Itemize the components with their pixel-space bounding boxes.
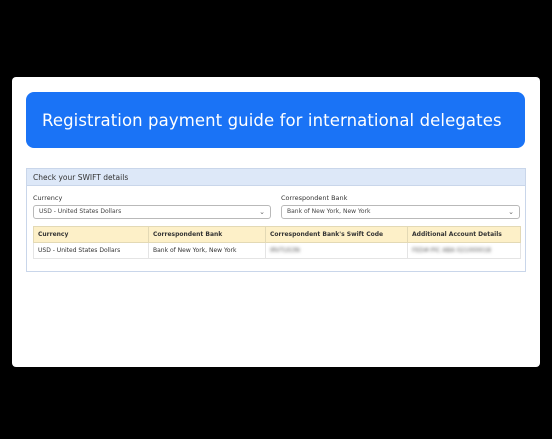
cell-currency: USD - United States Dollars — [33, 242, 149, 259]
panel-header: Check your SWIFT details — [27, 169, 525, 186]
chevron-down-icon: ⌄ — [508, 208, 514, 216]
swift-table: Currency Correspondent Bank Corresponden… — [33, 226, 521, 259]
chevron-down-icon: ⌄ — [259, 208, 265, 216]
currency-select-value: USD - United States Dollars — [39, 208, 122, 215]
cell-account-details: FED#:PIC ABA 021000018 — [407, 242, 521, 259]
column-header: Correspondent Bank's Swift Code — [265, 226, 408, 243]
bank-select[interactable]: Bank of New York, New York ⌄ — [281, 205, 520, 219]
cell-bank: Bank of New York, New York — [148, 242, 266, 259]
table-row: USD - United States Dollars Bank of New … — [33, 242, 521, 259]
swift-details-panel: Check your SWIFT details Currency USD - … — [26, 168, 526, 272]
column-header: Currency — [33, 226, 149, 243]
content-card: Registration payment guide for internati… — [12, 77, 540, 367]
cell-swift-code: IRVTUS3N — [265, 242, 408, 259]
column-header: Correspondent Bank — [148, 226, 266, 243]
currency-label: Currency — [33, 194, 63, 202]
bank-label: Correspondent Bank — [281, 194, 348, 202]
title-banner: Registration payment guide for internati… — [26, 92, 525, 148]
column-header: Additional Account Details — [407, 226, 521, 243]
bank-select-value: Bank of New York, New York — [287, 208, 371, 215]
page-title: Registration payment guide for internati… — [42, 110, 502, 130]
table-header-row: Currency Correspondent Bank Corresponden… — [33, 226, 521, 243]
currency-select[interactable]: USD - United States Dollars ⌄ — [33, 205, 271, 219]
